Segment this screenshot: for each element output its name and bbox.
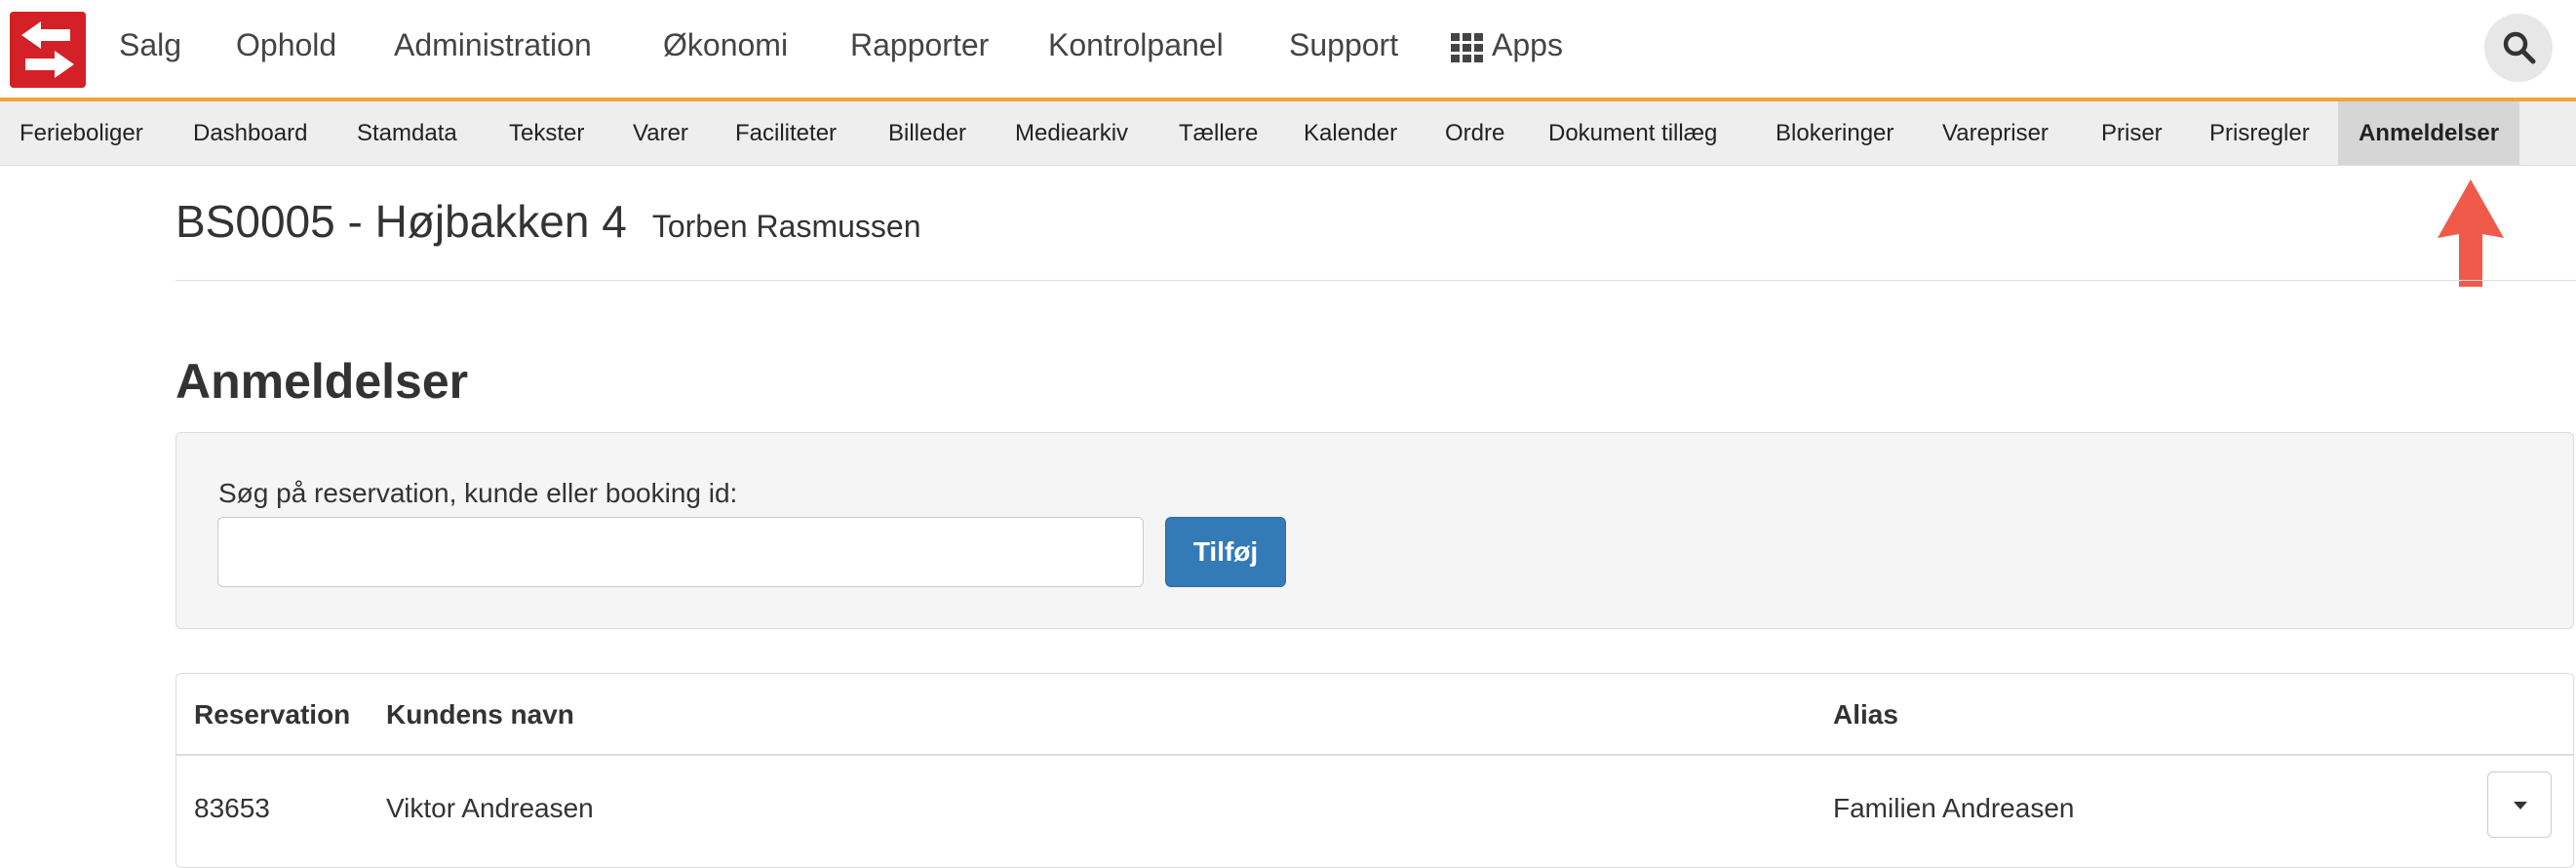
search-icon <box>2503 31 2536 64</box>
nav-support[interactable]: Support <box>1289 27 1398 63</box>
cell-reservation: 83653 <box>194 793 270 823</box>
nav-rapporter[interactable]: Rapporter <box>850 27 989 63</box>
subnav-faciliteter[interactable]: Faciliteter <box>735 101 837 165</box>
cell-customer: Viktor Andreasen <box>386 793 594 823</box>
section-title: Anmeldelser <box>176 354 469 409</box>
subnav-billeder[interactable]: Billeder <box>888 101 966 165</box>
subnav-ordre[interactable]: Ordre <box>1445 101 1504 165</box>
subnav-priser[interactable]: Priser <box>2101 101 2163 165</box>
subnav-mediearkiv[interactable]: Mediearkiv <box>1015 101 1128 165</box>
subnav-ferieboliger[interactable]: Ferieboliger <box>20 101 143 165</box>
subnav-taellere[interactable]: Tællere <box>1179 101 1258 165</box>
column-header-alias: Alias <box>1833 699 1898 730</box>
page-title: BS0005 - Højbakken 4 Torben Rasmussen <box>176 195 921 248</box>
annotation-arrow-icon <box>2426 172 2514 303</box>
nav-administration[interactable]: Administration <box>394 27 592 63</box>
subnav-stamdata[interactable]: Stamdata <box>357 101 457 165</box>
subnav-kalender[interactable]: Kalender <box>1304 101 1397 165</box>
search-input[interactable] <box>217 517 1144 587</box>
property-owner: Torben Rasmussen <box>651 209 921 244</box>
subnav-dashboard[interactable]: Dashboard <box>193 101 307 165</box>
search-panel: Søg på reservation, kunde eller booking … <box>176 432 2574 629</box>
column-header-customer: Kundens navn <box>386 699 574 730</box>
header-divider <box>176 280 2576 281</box>
top-navigation-bar: Salg Ophold Administration Økonomi Rappo… <box>0 0 2576 101</box>
subnav-anmeldelser[interactable]: Anmeldelser <box>2338 101 2519 165</box>
subnav-prisregler[interactable]: Prisregler <box>2209 101 2310 165</box>
nav-ophold[interactable]: Ophold <box>236 27 336 63</box>
subnav-tekster[interactable]: Tekster <box>509 101 584 165</box>
subnav-varer[interactable]: Varer <box>633 101 688 165</box>
search-button[interactable] <box>2484 14 2553 82</box>
nav-kontrolpanel[interactable]: Kontrolpanel <box>1048 27 1224 63</box>
caret-down-icon <box>2514 802 2527 809</box>
nav-salg[interactable]: Salg <box>119 27 181 63</box>
reviews-table: Reservation Kundens navn Alias 83653 Vik… <box>176 673 2574 868</box>
column-header-reservation: Reservation <box>194 699 351 730</box>
table-header-divider <box>176 754 2573 756</box>
brand-logo-icon[interactable] <box>10 12 86 88</box>
apps-grid-icon[interactable] <box>1451 33 1484 62</box>
property-title: BS0005 - Højbakken 4 <box>176 196 627 247</box>
cell-alias: Familien Andreasen <box>1833 793 2075 823</box>
add-button[interactable]: Tilføj <box>1165 517 1286 587</box>
property-subnav: Ferieboliger Dashboard Stamdata Tekster … <box>0 101 2576 166</box>
subnav-blokeringer[interactable]: Blokeringer <box>1776 101 1893 165</box>
nav-okonomi[interactable]: Økonomi <box>663 27 788 63</box>
row-actions-dropdown[interactable] <box>2487 771 2552 838</box>
subnav-varepriser[interactable]: Varepriser <box>1942 101 2049 165</box>
search-label: Søg på reservation, kunde eller booking … <box>218 478 738 508</box>
subnav-dokument-tillaeg[interactable]: Dokument tillæg <box>1548 101 1717 165</box>
nav-apps[interactable]: Apps <box>1492 27 1563 63</box>
